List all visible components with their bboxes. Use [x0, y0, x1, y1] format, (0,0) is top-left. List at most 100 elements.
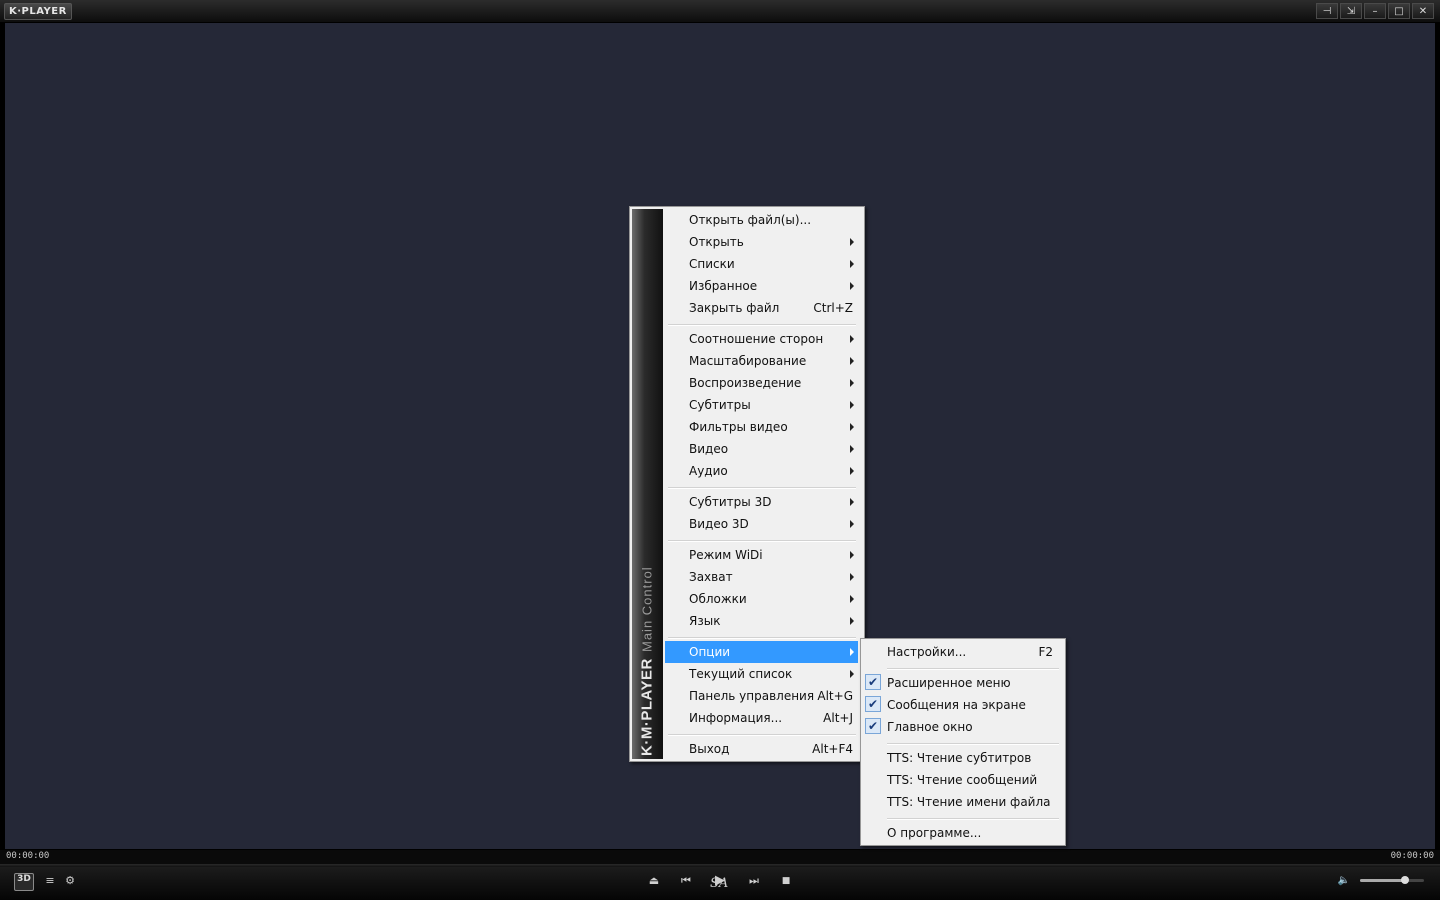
menu-item-label: Открыть файл(ы)...	[689, 213, 812, 227]
menu-item[interactable]: Субтитры 3D	[665, 491, 858, 513]
checkmark-icon: ✔	[865, 674, 881, 690]
submenu-arrow-icon	[850, 498, 854, 506]
menu-item-label: Масштабирование	[689, 354, 807, 368]
menu-item[interactable]: Субтитры	[665, 394, 858, 416]
menu-item[interactable]: Аудио	[665, 460, 858, 482]
menu-item-label: Списки	[689, 257, 735, 271]
submenu-item-label: TTS: Чтение сообщений	[887, 773, 1038, 787]
menu-item[interactable]: Опции	[665, 641, 858, 663]
checkmark-icon: ✔	[865, 718, 881, 734]
menu-item-shortcut: Alt+F4	[812, 742, 853, 756]
menu-item[interactable]: Видео	[665, 438, 858, 460]
menu-separator	[668, 540, 856, 542]
volume-icon[interactable]: 🔈	[1336, 873, 1352, 889]
submenu-item-label: Расширенное меню	[887, 676, 1011, 690]
title-bar: K·PLAYER ⊣ ⇲ – □ ✕	[0, 0, 1440, 23]
menu-item[interactable]: Информация... Alt+J	[665, 707, 858, 729]
submenu-item-label: Сообщения на экране	[887, 698, 1026, 712]
watermark: SA	[710, 876, 729, 891]
submenu-item[interactable]: ✔ Сообщения на экране	[863, 694, 1063, 716]
submenu-item-label: TTS: Чтение имени файла	[887, 795, 1051, 809]
menu-item-label: Фильтры видео	[689, 420, 788, 434]
close-button[interactable]: ✕	[1412, 3, 1434, 19]
menu-separator	[668, 637, 856, 639]
menu-item[interactable]: Фильтры видео	[665, 416, 858, 438]
menu-item[interactable]: Видео 3D	[665, 513, 858, 535]
menu-item[interactable]: Текущий список	[665, 663, 858, 685]
close-icon: ✕	[1418, 6, 1428, 17]
submenu-item[interactable]: TTS: Чтение имени файла	[863, 791, 1063, 813]
playlist-icon[interactable]: ≡	[44, 873, 56, 889]
time-bar: 00:00:00 00:00:00	[0, 850, 1440, 864]
menu-separator	[668, 324, 856, 326]
menu-item-label: Обложки	[689, 592, 747, 606]
minimize-button[interactable]: –	[1364, 3, 1386, 19]
menu-item[interactable]: Обложки	[665, 588, 858, 610]
menu-item-label: Закрыть файл	[689, 301, 780, 315]
checkmark-icon: ✔	[865, 696, 881, 712]
menu-item-label: Субтитры	[689, 398, 751, 412]
submenu-item-shortcut: F2	[1038, 645, 1053, 659]
compact-icon: ⇲	[1346, 6, 1356, 17]
menu-item[interactable]: Язык	[665, 610, 858, 632]
menu-item-label: Выход	[689, 742, 730, 756]
menu-item[interactable]: Открыть файл(ы)...	[665, 209, 858, 231]
menu-item[interactable]: Режим WiDi	[665, 544, 858, 566]
submenu-arrow-icon	[850, 445, 854, 453]
submenu-separator	[887, 668, 1059, 670]
menu-item-label: Захват	[689, 570, 733, 584]
menu-item-label: Избранное	[689, 279, 758, 293]
menu-item-shortcut: Alt+J	[823, 711, 853, 725]
submenu-arrow-icon	[850, 648, 854, 656]
menu-item-label: Видео 3D	[689, 517, 749, 531]
compact-button[interactable]: ⇲	[1340, 3, 1362, 19]
menu-item[interactable]: Выход Alt+F4	[665, 738, 858, 760]
menu-item-label: Открыть	[689, 235, 744, 249]
menu-item-label: Опции	[689, 645, 731, 659]
menu-item-label: Текущий список	[689, 667, 793, 681]
submenu-item-label: Настройки...	[887, 645, 967, 659]
submenu-item[interactable]: ✔ Главное окно	[863, 716, 1063, 738]
menu-item-label: Воспроизведение	[689, 376, 802, 390]
submenu-arrow-icon	[850, 467, 854, 475]
maximize-icon: □	[1394, 6, 1404, 17]
menu-item-label: Панель управления	[689, 689, 815, 703]
menu-item[interactable]: Закрыть файл Ctrl+Z	[665, 297, 858, 319]
submenu-arrow-icon	[850, 357, 854, 365]
previous-icon[interactable]: ⏮	[678, 873, 694, 889]
menu-item[interactable]: Соотношение сторон	[665, 328, 858, 350]
volume-slider[interactable]	[1360, 876, 1424, 884]
minimize-icon: –	[1372, 6, 1378, 17]
submenu-arrow-icon	[850, 282, 854, 290]
volume-knob[interactable]	[1400, 876, 1409, 884]
next-icon[interactable]: ⏭	[746, 873, 762, 889]
eject-icon[interactable]: ⏏	[646, 873, 662, 889]
submenu-item[interactable]: TTS: Чтение сообщений	[863, 769, 1063, 791]
submenu-item[interactable]: ✔ Расширенное меню	[863, 672, 1063, 694]
submenu-arrow-icon	[850, 401, 854, 409]
submenu-arrow-icon	[850, 520, 854, 528]
menu-item[interactable]: Открыть	[665, 231, 858, 253]
main-context-menu: K·M·PLAYER Main Control Открыть файл(ы).…	[629, 206, 865, 762]
submenu-arrow-icon	[850, 573, 854, 581]
settings-icon[interactable]: ⚙	[63, 873, 77, 889]
maximize-button[interactable]: □	[1388, 3, 1410, 19]
menu-item[interactable]: Масштабирование	[665, 350, 858, 372]
kmplayer-logo[interactable]: K·PLAYER	[4, 3, 72, 20]
menu-item[interactable]: Избранное	[665, 275, 858, 297]
submenu-arrow-icon	[850, 617, 854, 625]
submenu-arrow-icon	[850, 335, 854, 343]
submenu-item[interactable]: Настройки... F2	[863, 641, 1063, 663]
submenu-item[interactable]: TTS: Чтение субтитров	[863, 747, 1063, 769]
menu-item[interactable]: Воспроизведение	[665, 372, 858, 394]
menu-item[interactable]: Захват	[665, 566, 858, 588]
menu-item-label: Видео	[689, 442, 729, 456]
stop-icon[interactable]: ■	[778, 873, 794, 889]
submenu-item[interactable]: О программе...	[863, 822, 1063, 844]
menu-item[interactable]: Списки	[665, 253, 858, 275]
3d-button[interactable]: 3D	[14, 873, 34, 891]
pin-button[interactable]: ⊣	[1316, 3, 1338, 19]
menu-item[interactable]: Панель управления Alt+G	[665, 685, 858, 707]
submenu-arrow-icon	[850, 379, 854, 387]
submenu-arrow-icon	[850, 551, 854, 559]
